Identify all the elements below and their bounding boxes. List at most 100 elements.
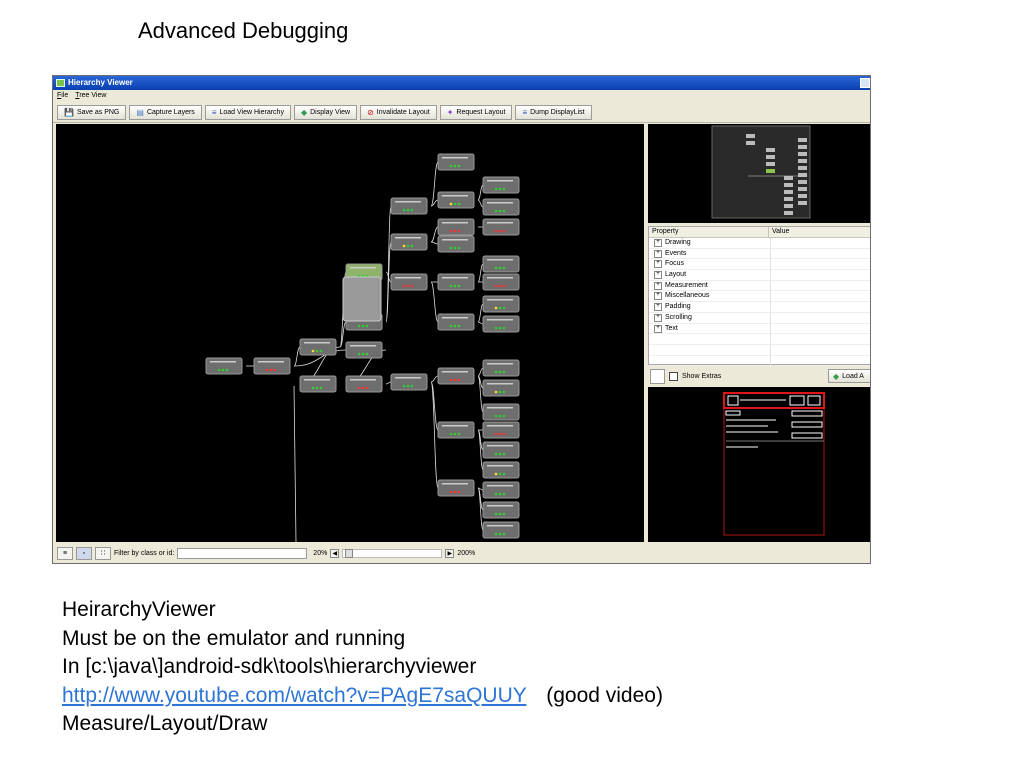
tree-edge: [385, 205, 392, 323]
expand-icon[interactable]: +: [654, 239, 662, 247]
tree-node[interactable]: [437, 273, 475, 291]
tree-node[interactable]: [299, 375, 337, 393]
zoom-right-arrow-icon[interactable]: ▶: [445, 549, 455, 558]
tree-edge: [430, 161, 439, 207]
youtube-link[interactable]: http://www.youtube.com/watch?v=PAgE7saQU…: [62, 684, 526, 707]
tree-node[interactable]: [437, 235, 475, 253]
tree-node[interactable]: [482, 359, 520, 377]
tree-node[interactable]: [482, 198, 520, 216]
tree-node[interactable]: [390, 373, 428, 391]
menu-tree-view[interactable]: Tree View: [75, 90, 106, 101]
overview-node: [784, 190, 793, 194]
hierarchy-icon: ≡: [211, 107, 217, 117]
capture-layers-button[interactable]: ▤ Capture Layers: [129, 105, 202, 120]
show-extras-checkbox[interactable]: [669, 371, 678, 381]
expand-icon[interactable]: +: [654, 260, 662, 269]
filter-input[interactable]: [177, 548, 308, 559]
tree-node[interactable]: [253, 357, 291, 375]
property-row[interactable]: + Layout: [649, 270, 870, 281]
invalidate-layout-button[interactable]: ⊘ Invalidate Layout: [360, 105, 437, 120]
tree-node[interactable]: [390, 197, 428, 215]
load-view-hierarchy-button[interactable]: ≡ Load View Hierarchy: [204, 105, 291, 120]
tree-graph[interactable]: [56, 124, 644, 542]
zoom-left-arrow-icon[interactable]: ◀: [330, 549, 340, 558]
caption-line: Must be on the emulator and running: [62, 626, 406, 650]
overview-node: [746, 134, 755, 138]
app-icon: [56, 79, 65, 87]
overview-node: [798, 145, 807, 149]
tree-node[interactable]: [437, 218, 475, 236]
property-row[interactable]: + Text: [649, 323, 870, 335]
property-row[interactable]: + Measurement: [649, 280, 870, 292]
property-row[interactable]: + Padding: [649, 302, 870, 313]
tree-edge: [477, 184, 484, 201]
tree-node[interactable]: [437, 479, 475, 497]
statusbar: ≡ ▫ ∷ Filter by class or id: 20% ◀ ▶ 200…: [53, 544, 870, 563]
load-icon: ◆: [833, 371, 840, 381]
property-row[interactable]: + Miscellaneous: [649, 291, 870, 303]
tree-node[interactable]: [345, 341, 383, 359]
tree-overview[interactable]: [648, 124, 871, 223]
tree-node[interactable]: [437, 367, 475, 385]
dump-displaylist-label: Dump DisplayList: [530, 109, 585, 116]
tree-node[interactable]: [437, 191, 475, 209]
expand-icon[interactable]: +: [654, 281, 662, 290]
tree-node[interactable]: [390, 233, 428, 251]
property-label: Scrolling: [665, 313, 692, 321]
overview-viewport[interactable]: [711, 125, 811, 219]
dump-displaylist-button[interactable]: ≡ Dump DisplayList: [515, 105, 592, 120]
property-column-header[interactable]: Property: [649, 227, 769, 237]
load-button[interactable]: ◆ Load A: [828, 369, 870, 383]
tree-node[interactable]: [482, 295, 520, 313]
tree-node[interactable]: [482, 501, 520, 519]
request-layout-button[interactable]: ✦ Request Layout: [439, 105, 513, 120]
zoom-slider-thumb[interactable]: [345, 549, 354, 558]
window-control-icon[interactable]: [860, 78, 870, 88]
tree-node[interactable]: [437, 153, 475, 171]
zoom-slider[interactable]: [342, 549, 443, 558]
overview-node: [746, 141, 755, 145]
tree-node[interactable]: [482, 461, 520, 479]
node-view-mode-icon[interactable]: ▫: [76, 547, 92, 560]
property-row[interactable]: + Events: [649, 248, 870, 260]
expand-icon[interactable]: +: [654, 271, 662, 280]
view-hierarchy-tree[interactable]: [56, 124, 644, 542]
expand-icon[interactable]: +: [654, 324, 662, 333]
tree-view-mode-icon[interactable]: ≡: [57, 547, 73, 560]
tree-edge: [477, 321, 484, 325]
property-row[interactable]: + Focus: [649, 259, 870, 271]
tree-node[interactable]: [205, 357, 243, 375]
tree-node[interactable]: [482, 441, 520, 459]
menu-file[interactable]: File: [57, 90, 68, 101]
tree-node[interactable]: [482, 481, 520, 499]
expand-icon[interactable]: +: [654, 303, 662, 312]
grid-view-mode-icon[interactable]: ∷: [95, 547, 111, 560]
tree-node[interactable]: [482, 379, 520, 397]
layout-preview[interactable]: [648, 387, 870, 542]
expand-icon[interactable]: +: [654, 292, 662, 301]
tree-node[interactable]: [482, 521, 520, 539]
tree-node[interactable]: [482, 403, 520, 421]
tree-node[interactable]: [482, 176, 520, 194]
tree-node[interactable]: [345, 375, 383, 393]
overview-graph[interactable]: [648, 124, 871, 223]
tree-node[interactable]: [482, 273, 520, 291]
tree-node[interactable]: [299, 338, 337, 356]
display-view-button[interactable]: ◆ Display View: [293, 105, 358, 120]
invalidate-layout-label: Invalidate Layout: [376, 109, 430, 116]
tree-node[interactable]: [482, 218, 520, 236]
show-extras-label: Show Extras: [682, 372, 722, 380]
expand-icon[interactable]: +: [654, 313, 662, 322]
property-row[interactable]: + Scrolling: [649, 312, 870, 324]
property-row[interactable]: + Drawing: [649, 238, 870, 249]
tree-node[interactable]: [390, 273, 428, 291]
tree-node[interactable]: [437, 421, 475, 439]
tree-node[interactable]: [437, 313, 475, 331]
tree-node[interactable]: [482, 421, 520, 439]
expand-icon[interactable]: +: [654, 249, 662, 258]
hierarchy-viewer-window: Hierarchy Viewer File Tree View 💾 Save a…: [52, 75, 871, 564]
tree-node[interactable]: [482, 315, 520, 333]
value-column-header[interactable]: Value: [769, 227, 789, 237]
save-as-png-button[interactable]: 💾 Save as PNG: [57, 105, 127, 120]
tree-node[interactable]: [482, 255, 520, 273]
